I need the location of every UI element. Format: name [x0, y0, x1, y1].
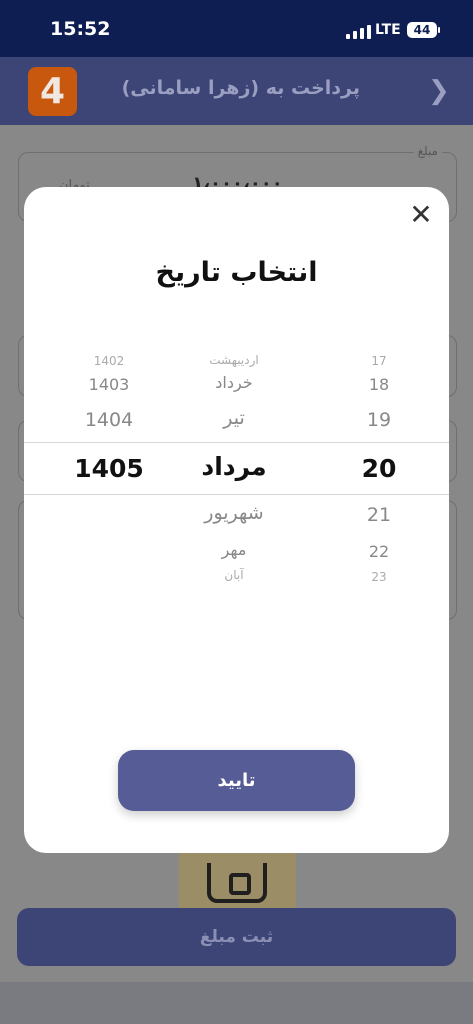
- year-option[interactable]: 1402: [54, 354, 164, 368]
- day-option[interactable]: 19: [329, 409, 429, 431]
- month-option[interactable]: شهریور: [174, 502, 294, 524]
- date-picker-dialog: ✕ انتخاب تاریخ 1402 1403 1404 1405 اردیب…: [24, 187, 449, 853]
- app-header: 4 پرداخت به (زهرا سامانی) ❯: [0, 57, 473, 125]
- month-option[interactable]: مهر: [174, 540, 294, 559]
- date-wheel-picker[interactable]: 1402 1403 1404 1405 اردیبهشت خرداد تیر م…: [24, 350, 449, 590]
- day-option[interactable]: 18: [329, 375, 429, 394]
- signal-icon: [346, 25, 371, 39]
- selection-top-line: [24, 442, 449, 443]
- status-bar: 15:52 LTE 44: [0, 0, 473, 57]
- selected-month[interactable]: مرداد: [174, 452, 294, 481]
- dialog-title: انتخاب تاریخ: [155, 257, 318, 288]
- status-time: 15:52: [50, 18, 111, 40]
- bottom-bar: [0, 982, 473, 1024]
- day-option[interactable]: 23: [329, 570, 429, 584]
- close-icon[interactable]: ✕: [407, 201, 435, 229]
- page-title: پرداخت به (زهرا سامانی): [121, 77, 360, 99]
- battery-tip: [438, 27, 440, 33]
- network-type: LTE: [375, 22, 401, 38]
- day-option[interactable]: 22: [329, 542, 429, 561]
- confirm-button[interactable]: تایید: [118, 750, 355, 811]
- month-option[interactable]: آبان: [174, 568, 294, 582]
- camera-lens-icon: [229, 873, 251, 895]
- amount-label: مبلغ: [413, 144, 442, 158]
- back-chevron-icon[interactable]: ❯: [428, 76, 450, 106]
- year-option[interactable]: 1404: [54, 409, 164, 431]
- selected-day[interactable]: 20: [329, 454, 429, 483]
- month-option[interactable]: خرداد: [174, 373, 294, 392]
- day-option[interactable]: 21: [329, 504, 429, 526]
- month-option[interactable]: اردیبهشت: [174, 353, 294, 367]
- battery-icon: 44: [407, 22, 437, 38]
- submit-amount-button[interactable]: ثبت مبلغ: [17, 908, 456, 966]
- app-logo: 4: [28, 67, 77, 116]
- selected-year[interactable]: 1405: [54, 454, 164, 483]
- year-option[interactable]: 1403: [54, 375, 164, 394]
- selection-bottom-line: [24, 494, 449, 495]
- month-option[interactable]: تیر: [174, 407, 294, 429]
- day-option[interactable]: 17: [329, 354, 429, 368]
